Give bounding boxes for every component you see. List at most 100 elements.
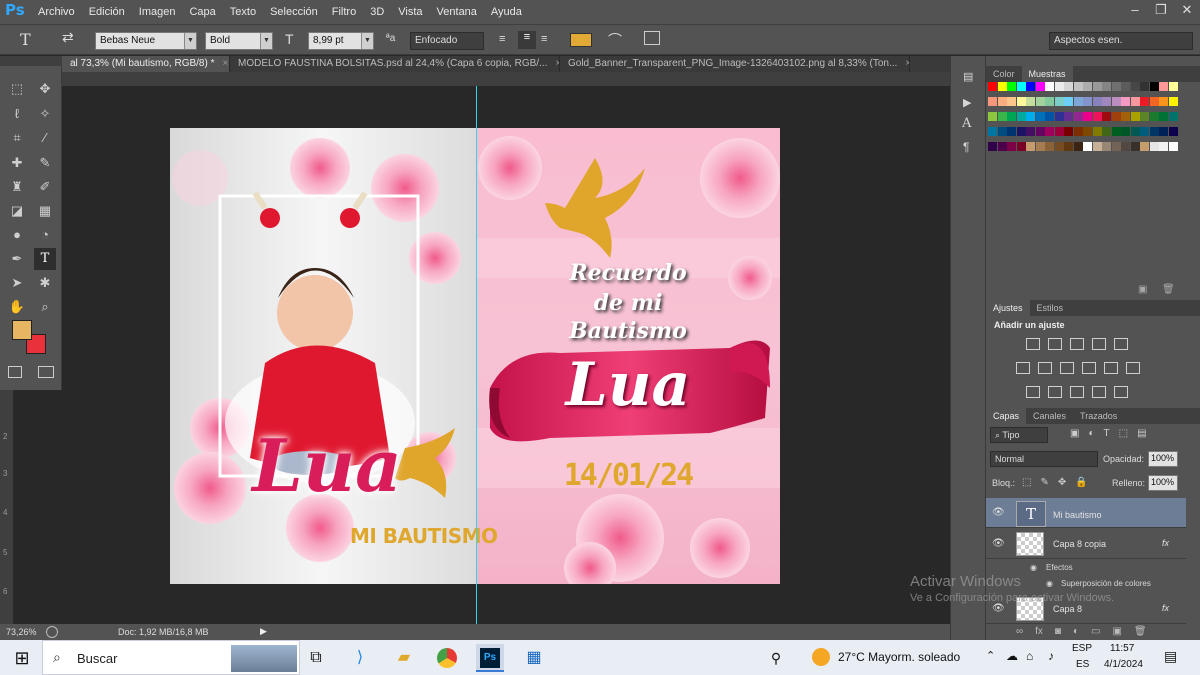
color-swatch[interactable]: [1016, 127, 1026, 136]
warp-text-icon[interactable]: ⌒: [608, 30, 622, 50]
color-swatch[interactable]: [1045, 142, 1054, 151]
color-swatch[interactable]: [1168, 82, 1178, 91]
color-swatch[interactable]: [1064, 97, 1073, 106]
color-swatch[interactable]: [988, 97, 997, 106]
color-swatch[interactable]: [1073, 127, 1083, 136]
font-family-select[interactable]: Bebas Neue ▼: [95, 32, 197, 50]
color-swatch[interactable]: [1159, 82, 1168, 91]
color-swatch[interactable]: [997, 97, 1007, 106]
add-mask-icon[interactable]: ◙: [1055, 626, 1061, 637]
new-swatch-icon[interactable]: ▣: [1138, 284, 1147, 295]
tab-modelo-faustina[interactable]: MODELO FAUSTINA BOLSITAS.psd al 24,4% (C…: [230, 56, 560, 72]
align-left-icon[interactable]: ≡: [499, 33, 505, 45]
color-swatch[interactable]: [1083, 82, 1092, 91]
color-swatch[interactable]: [1073, 142, 1083, 151]
type-filter-icon[interactable]: T: [1104, 428, 1110, 439]
color-swatch[interactable]: [1064, 127, 1073, 136]
color-swatch[interactable]: [1007, 82, 1016, 91]
color-swatch[interactable]: [1140, 82, 1149, 91]
tab-estilos[interactable]: Estilos: [1030, 300, 1071, 316]
color-swatch[interactable]: [1016, 82, 1026, 91]
minimize-button[interactable]: –: [1122, 0, 1148, 20]
color-swatch[interactable]: [1092, 127, 1102, 136]
eye-icon[interactable]: ◉: [1030, 563, 1037, 572]
color-swatch[interactable]: [1130, 127, 1140, 136]
language-secondary[interactable]: ES: [1076, 659, 1089, 670]
color-swatch[interactable]: [1121, 112, 1130, 121]
menu-vista[interactable]: Vista: [391, 6, 429, 18]
zoom-icon[interactable]: ⌕: [34, 296, 56, 318]
lock-all-icon[interactable]: 🔒: [1075, 477, 1087, 488]
new-adjustment-icon[interactable]: ◐: [1073, 626, 1079, 637]
status-menu-arrow-icon[interactable]: ▶: [260, 626, 267, 637]
adjustment-filter-icon[interactable]: ◐: [1088, 428, 1094, 439]
stamp-icon[interactable]: ♜: [6, 176, 28, 198]
taskbar-search-box[interactable]: ⌕ Buscar: [42, 640, 300, 675]
font-style-select[interactable]: Bold ▼: [205, 32, 273, 50]
fx-icon[interactable]: fx: [1162, 603, 1169, 613]
lock-paint-icon[interactable]: ✎: [1040, 477, 1048, 488]
restore-button[interactable]: ❐: [1148, 0, 1174, 20]
color-swatch[interactable]: [1045, 97, 1054, 106]
color-swatch[interactable]: [1045, 112, 1054, 121]
shape-filter-icon[interactable]: ⬚: [1119, 428, 1128, 439]
color-swatch[interactable]: [1111, 112, 1121, 121]
color-swatch[interactable]: [1102, 97, 1111, 106]
clock-time[interactable]: 11:57: [1110, 643, 1134, 654]
menu-ventana[interactable]: Ventana: [430, 6, 484, 18]
network-icon[interactable]: ⌂: [1026, 649, 1033, 663]
color-swatch[interactable]: [1054, 82, 1064, 91]
color-swatch[interactable]: [1111, 97, 1121, 106]
color-swatch[interactable]: [1149, 127, 1159, 136]
actions-panel-icon[interactable]: ▶: [963, 96, 971, 109]
black-white-icon[interactable]: [1060, 362, 1074, 374]
chevron-up-icon[interactable]: ⌃: [986, 649, 995, 662]
eye-icon[interactable]: 👁: [992, 507, 1005, 518]
color-swatch[interactable]: [1045, 82, 1054, 91]
antialias-select[interactable]: Enfocado: [410, 32, 484, 50]
color-swatch[interactable]: [1140, 97, 1149, 106]
color-swatch[interactable]: [1007, 127, 1016, 136]
close-icon[interactable]: ×: [905, 58, 909, 69]
blur-icon[interactable]: ●: [6, 224, 28, 246]
close-button[interactable]: ✕: [1174, 0, 1200, 20]
brush-icon[interactable]: ✎: [34, 152, 56, 174]
color-swatch[interactable]: [1026, 142, 1035, 151]
color-swatch[interactable]: [1026, 82, 1035, 91]
menu-archivo[interactable]: Archivo: [31, 6, 82, 18]
brightness-icon[interactable]: [1026, 338, 1040, 350]
character-panel-icon[interactable]: [644, 31, 660, 45]
color-swatch[interactable]: [1007, 142, 1016, 151]
color-swatch[interactable]: [1054, 142, 1064, 151]
paragraph-panel-icon[interactable]: ¶: [963, 140, 969, 154]
fill-input[interactable]: 100%: [1148, 475, 1178, 491]
tab-muestras[interactable]: Muestras: [1021, 66, 1073, 82]
color-swatch[interactable]: [1168, 142, 1178, 151]
color-swatch[interactable]: [1092, 82, 1102, 91]
canvas-document[interactable]: Lua MI BAUTISMO Recuerdo de mi Bautismo …: [170, 128, 780, 584]
color-swatch[interactable]: [1102, 82, 1111, 91]
color-swatch[interactable]: [1045, 127, 1054, 136]
color-swatch[interactable]: [997, 112, 1007, 121]
color-swatch[interactable]: [1149, 82, 1159, 91]
color-swatch[interactable]: [1149, 97, 1159, 106]
color-swatch[interactable]: [1054, 112, 1064, 121]
tab-color[interactable]: Color: [986, 66, 1022, 82]
color-swatch[interactable]: [1073, 82, 1083, 91]
align-right-icon[interactable]: ≡: [541, 33, 547, 45]
color-swatch[interactable]: [1121, 82, 1130, 91]
invert-icon[interactable]: [1026, 386, 1040, 398]
healing-icon[interactable]: ✚: [6, 152, 28, 174]
color-swatch[interactable]: [1168, 112, 1178, 121]
people-icon[interactable]: ⚲: [762, 644, 790, 672]
color-swatch[interactable]: [1159, 97, 1168, 106]
status-info-icon[interactable]: [46, 626, 58, 638]
tab-capas[interactable]: Capas: [986, 408, 1027, 424]
color-swatch[interactable]: [988, 112, 997, 121]
menu-texto[interactable]: Texto: [223, 6, 263, 18]
color-swatch[interactable]: [1102, 112, 1111, 121]
color-swatch[interactable]: [1083, 142, 1092, 151]
color-swatch[interactable]: [1130, 142, 1140, 151]
color-swatch[interactable]: [1035, 97, 1045, 106]
color-swatch[interactable]: [1026, 112, 1035, 121]
